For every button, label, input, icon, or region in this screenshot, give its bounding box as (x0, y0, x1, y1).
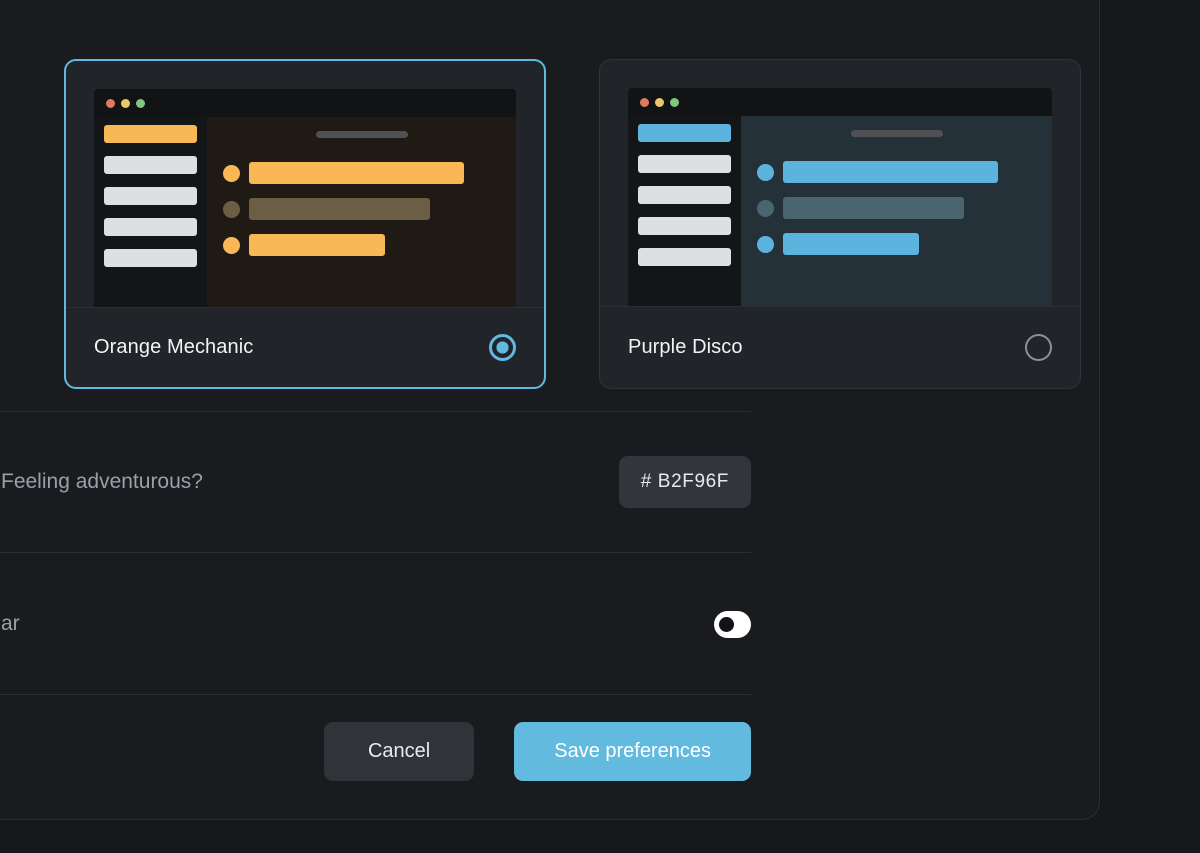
theme-card-orange-mechanic[interactable]: Orange Mechanic (64, 59, 546, 389)
random-accent-hex-chip[interactable]: # B2F96F (618, 456, 751, 508)
preview-avatar (223, 164, 240, 182)
preview-avatar (757, 163, 774, 181)
divider (0, 694, 751, 695)
preview-sidebar (94, 117, 207, 307)
preview-bar (783, 233, 919, 255)
preview-bar (249, 234, 385, 256)
preview-main (741, 116, 1052, 306)
cancel-button[interactable]: Cancel (323, 721, 475, 781)
preview-sidebar-row (104, 249, 197, 267)
preview-sidebar-row (638, 186, 731, 204)
theme-preview-orange-mechanic (94, 89, 516, 307)
preview-list-item (757, 233, 1036, 255)
theme-preview-purple-disco (628, 88, 1052, 306)
toggle-knob (719, 616, 734, 632)
traffic-light-red-icon (640, 97, 649, 107)
preview-list-item (757, 161, 1036, 183)
preview-titlebar (628, 88, 1052, 116)
theme-card-label: Orange Mechanic (94, 336, 254, 358)
traffic-light-green-icon (136, 98, 145, 108)
theme-radio-orange-mechanic[interactable] (489, 334, 516, 361)
preview-sidebar (628, 116, 741, 306)
traffic-light-green-icon (670, 97, 679, 107)
preview-body (94, 117, 516, 307)
setting-row-random-accent: Feeling adventurous? # B2F96F (0, 412, 751, 552)
preview-bar (783, 197, 964, 219)
random-accent-label: Feeling adventurous? (1, 470, 203, 493)
preview-sidebar-row (104, 156, 197, 174)
save-preferences-button[interactable]: Save preferences (514, 721, 751, 781)
preview-titlebar (94, 89, 516, 117)
setting-row-compact-sidebar: ar (0, 553, 751, 695)
theme-card-purple-disco[interactable]: Purple Disco (599, 59, 1081, 389)
preview-avatar (757, 235, 774, 253)
preview-sidebar-row-active (638, 124, 731, 142)
preview-sidebar-row (638, 217, 731, 235)
preview-sidebar-row (638, 248, 731, 266)
preview-body (628, 116, 1052, 306)
compact-sidebar-label: ar (1, 612, 20, 635)
traffic-light-yellow-icon (655, 97, 664, 107)
preview-list-item (223, 162, 500, 184)
preview-avatar (223, 200, 240, 218)
compact-sidebar-toggle[interactable] (714, 610, 751, 638)
preview-avatar (757, 199, 774, 217)
preview-sidebar-row (104, 218, 197, 236)
preview-list-item (757, 197, 1036, 219)
preview-list-item (223, 234, 500, 256)
theme-card-footer[interactable]: Orange Mechanic (66, 307, 544, 387)
preview-sidebar-row-active (104, 125, 197, 143)
preview-main (207, 117, 516, 307)
theme-card-label: Purple Disco (628, 336, 743, 358)
preview-sidebar-row (638, 155, 731, 173)
preview-sidebar-row (104, 187, 197, 205)
traffic-light-yellow-icon (121, 98, 130, 108)
theme-card-strip: Midnight Violet (0, 41, 1099, 401)
preview-bar (249, 162, 464, 184)
theme-card-footer[interactable]: Purple Disco (600, 306, 1080, 388)
preview-list-item (223, 198, 500, 220)
preview-avatar (223, 236, 240, 254)
preview-search-bar (850, 130, 943, 137)
dialog-footer: Cancel Save preferences (0, 696, 751, 806)
preview-search-bar (315, 131, 408, 138)
traffic-light-red-icon (106, 98, 115, 108)
preview-bar (783, 161, 998, 183)
preferences-dialog: Midnight Violet (0, 0, 1100, 820)
theme-radio-purple-disco[interactable] (1025, 334, 1052, 361)
preview-bar (249, 198, 430, 220)
